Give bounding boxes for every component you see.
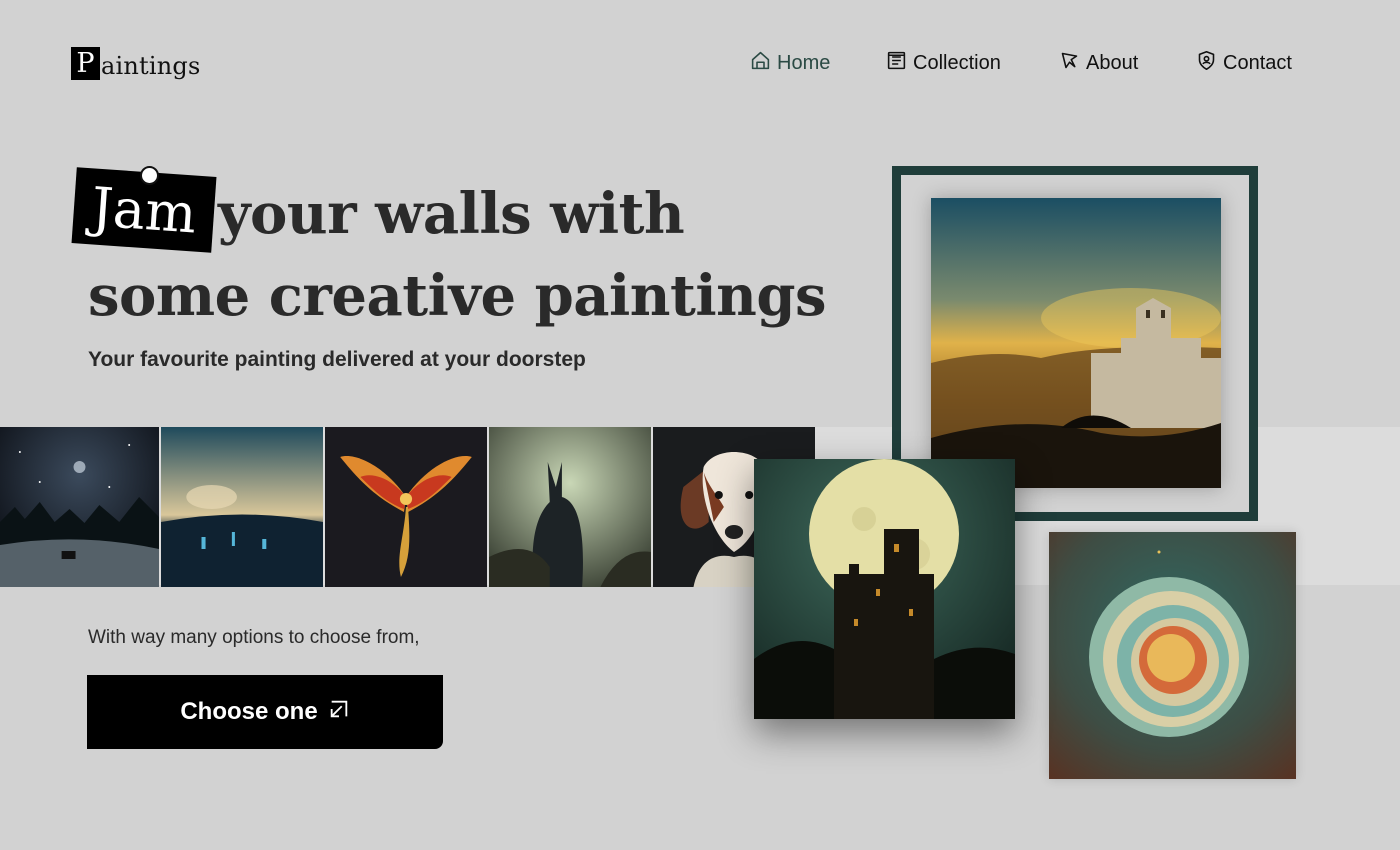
logo[interactable]: P aintings — [71, 47, 201, 80]
options-text: With way many options to choose from, — [88, 627, 420, 648]
nav-item-contact[interactable]: Contact — [1196, 50, 1292, 77]
nav-item-home[interactable]: Home — [750, 50, 830, 77]
nav-label-home: Home — [777, 52, 831, 74]
nav-label-about: About — [1086, 52, 1139, 74]
nav-label-contact: Contact — [1223, 52, 1292, 74]
nav-label-collection: Collection — [913, 52, 1001, 74]
choose-one-button[interactable]: Choose one — [87, 675, 443, 749]
hero-subtitle: Your favourite painting delivered at you… — [88, 348, 586, 371]
rabbit-figure-painting[interactable] — [489, 427, 651, 587]
contact-icon — [1196, 50, 1217, 77]
collection-icon — [886, 50, 907, 77]
nav-item-about[interactable]: About — [1059, 50, 1138, 77]
moon-castle-painting[interactable] — [754, 459, 1015, 719]
sky-city-painting[interactable] — [161, 427, 323, 587]
about-icon — [1059, 50, 1080, 77]
logo-text: aintings — [101, 52, 201, 80]
arrow-out-icon — [328, 698, 350, 727]
pin-dot — [140, 166, 159, 185]
planet-rings-painting[interactable] — [1049, 532, 1296, 779]
night-forest-painting[interactable] — [0, 427, 159, 587]
phoenix-painting[interactable] — [325, 427, 487, 587]
home-icon — [750, 50, 771, 77]
choose-one-label: Choose one — [180, 698, 318, 725]
hero-title-line-2: some creative paintings — [88, 263, 827, 329]
castle-landscape-painting[interactable] — [931, 198, 1221, 488]
logo-initial: P — [71, 47, 100, 80]
hero-title-line-1: your walls with — [218, 181, 685, 247]
nav-item-collection[interactable]: Collection — [886, 50, 1001, 77]
